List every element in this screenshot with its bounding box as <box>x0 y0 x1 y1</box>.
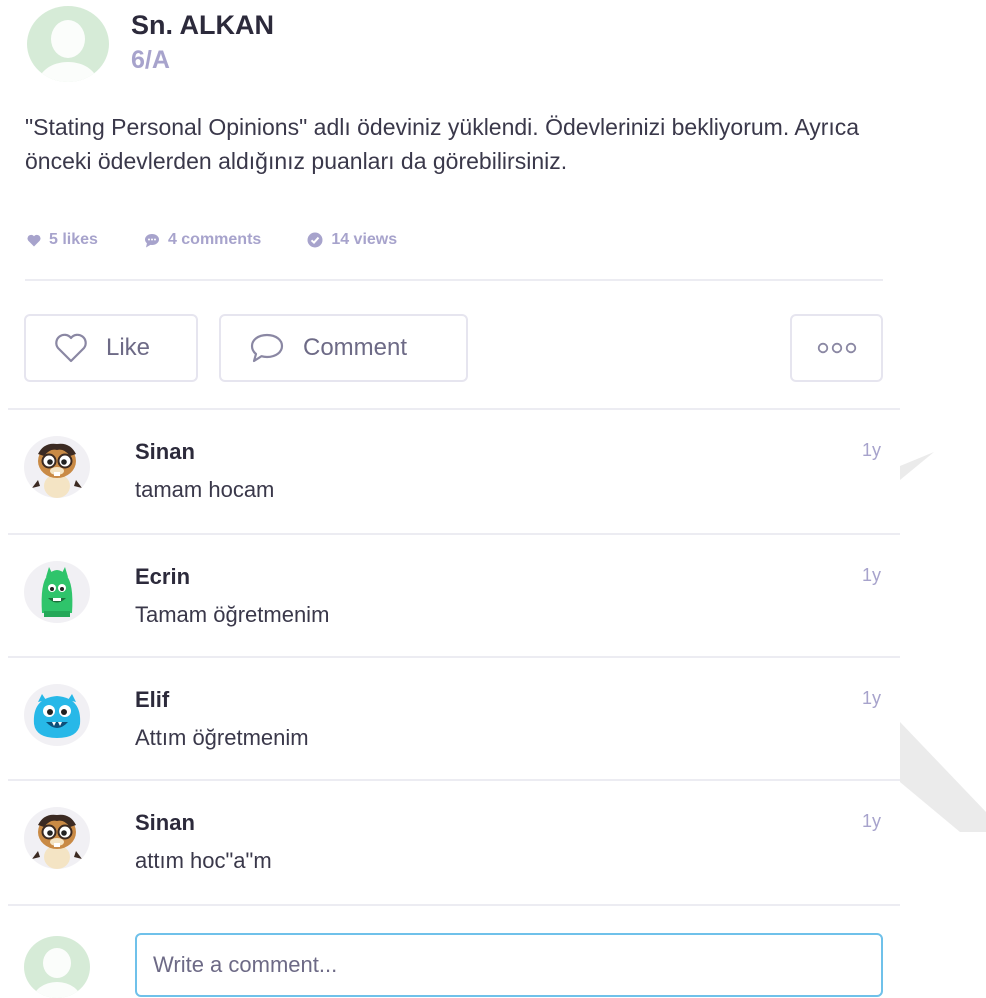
green-monster-avatar[interactable] <box>24 561 90 623</box>
author-class: 6/A <box>131 46 170 74</box>
green-monster-icon <box>41 567 73 617</box>
comment-time: 1y <box>862 688 882 708</box>
comment-time: 1y <box>862 565 882 585</box>
cat-monster-avatar[interactable] <box>24 807 90 869</box>
comment-author[interactable]: Elif <box>135 687 169 713</box>
like-button[interactable]: Like <box>24 314 198 382</box>
comment-item: Ecrin Tamam öğretmenim 1y <box>0 535 900 645</box>
views-stat: 14 views <box>307 231 397 249</box>
post-body: "Stating Personal Opinions" adlı ödevini… <box>25 114 860 174</box>
comment-input[interactable] <box>135 933 883 997</box>
speech-bubble-outline-icon <box>250 333 284 363</box>
comment-composer <box>0 918 900 998</box>
comments-stat[interactable]: 4 comments <box>144 231 261 249</box>
comment-item: Elif Attım öğretmenim 1y <box>0 658 900 768</box>
comment-text: Attım öğretmenim <box>135 725 309 750</box>
comment-text: tamam hocam <box>135 477 275 502</box>
likes-count: 5 likes <box>49 231 98 248</box>
check-circle-icon <box>307 232 323 248</box>
post-stats: 5 likes 4 comments 14 views <box>27 229 443 251</box>
cat-monster-avatar[interactable] <box>24 436 90 498</box>
speech-bubble-icon <box>144 233 159 247</box>
ellipsis-icon <box>817 342 856 354</box>
user-silhouette-icon <box>38 20 98 82</box>
divider <box>25 279 883 281</box>
cat-monster-icon <box>32 814 82 869</box>
current-user-avatar <box>24 936 90 998</box>
blue-monster-icon <box>33 694 81 738</box>
comment-author[interactable]: Sinan <box>135 810 195 836</box>
comment-button[interactable]: Comment <box>219 314 468 382</box>
comment-text: attım hoc"a"m <box>135 848 272 873</box>
likes-stat[interactable]: 5 likes <box>27 231 98 249</box>
user-silhouette-icon <box>33 948 81 998</box>
comment-time: 1y <box>862 440 882 460</box>
comment-author[interactable]: Sinan <box>135 439 195 465</box>
heart-outline-icon <box>55 333 87 363</box>
blue-monster-avatar[interactable] <box>24 684 90 746</box>
comment-label: Comment <box>303 334 408 361</box>
comment-text: Tamam öğretmenim <box>135 602 330 627</box>
comment-item: Sinan attım hoc"a"m 1y <box>0 781 900 891</box>
views-count: 14 views <box>331 231 398 248</box>
more-options-button[interactable] <box>790 314 883 382</box>
divider <box>8 904 900 906</box>
cat-monster-icon <box>32 443 82 498</box>
comment-author[interactable]: Ecrin <box>135 564 190 590</box>
comments-count: 4 comments <box>167 231 262 248</box>
author-avatar[interactable] <box>27 6 109 82</box>
author-name[interactable]: Sn. ALKAN <box>131 10 274 41</box>
heart-icon <box>27 234 41 246</box>
comment-time: 1y <box>862 811 882 831</box>
like-label: Like <box>106 334 151 361</box>
comment-item: Sinan tamam hocam 1y <box>0 410 900 520</box>
post-author: Sn. ALKAN 6/A <box>27 6 887 86</box>
decorative-shape <box>900 452 986 832</box>
